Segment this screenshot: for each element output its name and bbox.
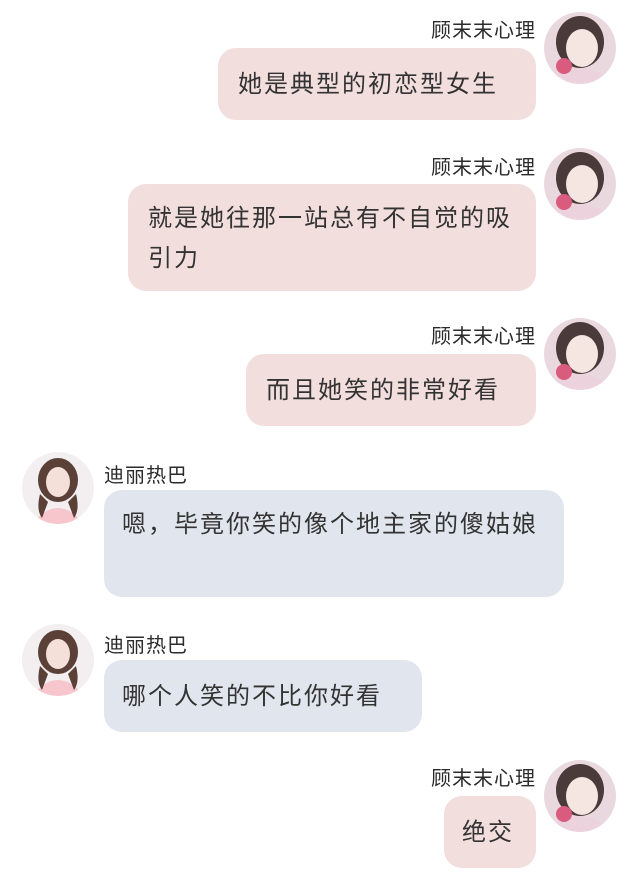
sender-avatar[interactable] xyxy=(544,760,616,832)
message-bubble[interactable]: 绝交 xyxy=(444,796,536,868)
avatar-image xyxy=(22,624,94,696)
sender-name: 迪丽热巴 xyxy=(104,633,188,657)
sender-avatar[interactable] xyxy=(22,624,94,696)
avatar-image xyxy=(544,12,616,84)
message-bubble[interactable]: 哪个人笑的不比你好看 xyxy=(104,660,422,732)
sender-avatar[interactable] xyxy=(544,318,616,390)
sender-name: 迪丽热巴 xyxy=(104,463,188,487)
message-bubble[interactable]: 她是典型的初恋型女生 xyxy=(218,48,536,120)
sender-avatar[interactable] xyxy=(544,12,616,84)
avatar-image xyxy=(544,148,616,220)
sender-name: 顾末末心理 xyxy=(431,324,536,348)
sender-avatar[interactable] xyxy=(22,452,94,524)
sender-name: 顾末末心理 xyxy=(431,766,536,790)
sender-name: 顾末末心理 xyxy=(431,155,536,179)
sender-avatar[interactable] xyxy=(544,148,616,220)
avatar-image xyxy=(22,452,94,524)
message-bubble[interactable]: 就是她往那一站总有不自觉的吸引力 xyxy=(128,184,536,291)
avatar-image xyxy=(544,760,616,832)
avatar-image xyxy=(544,318,616,390)
sender-name: 顾末末心理 xyxy=(431,18,536,42)
message-bubble[interactable]: 而且她笑的非常好看 xyxy=(246,354,536,426)
message-bubble[interactable]: 嗯，毕竟你笑的像个地主家的傻姑娘 xyxy=(104,490,564,597)
chat-conversation: 顾末末心理 她是典型的初恋型女生 顾末末心理 就是她往那一站总有不自觉的吸引力 xyxy=(0,0,640,873)
